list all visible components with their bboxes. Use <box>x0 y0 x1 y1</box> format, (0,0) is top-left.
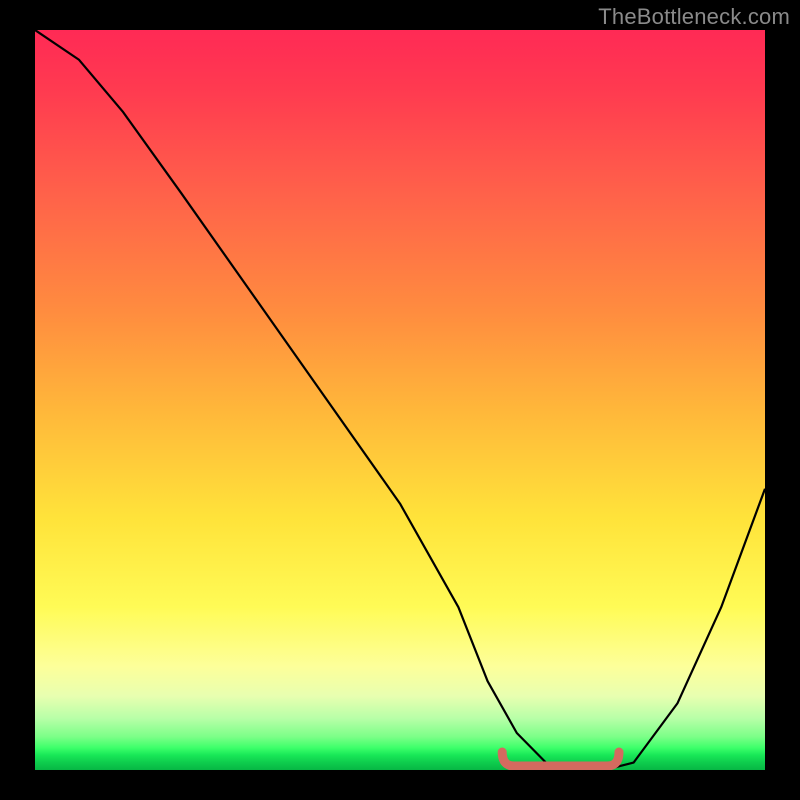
watermark-text: TheBottleneck.com <box>598 4 790 30</box>
valley-highlight-path <box>502 752 619 766</box>
valley-highlight <box>35 30 765 770</box>
plot-area <box>35 30 765 770</box>
chart-frame: TheBottleneck.com <box>0 0 800 800</box>
